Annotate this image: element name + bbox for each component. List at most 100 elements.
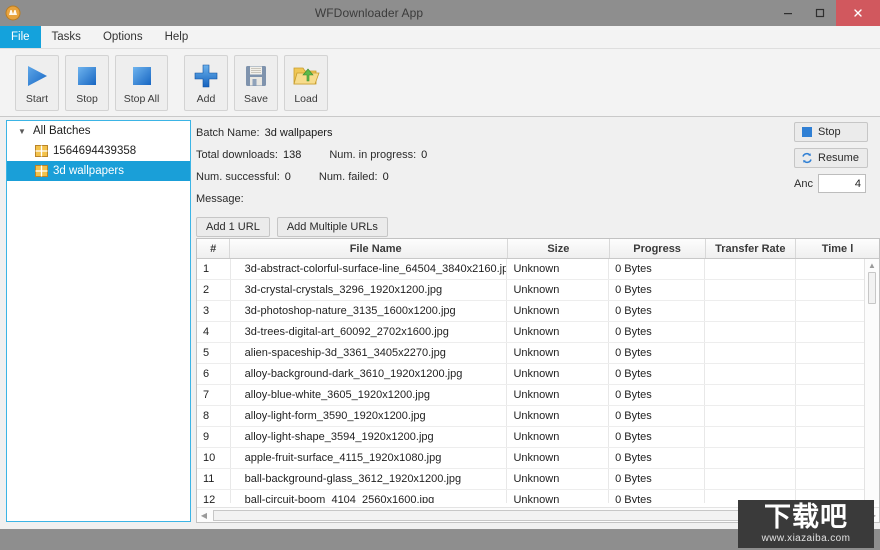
downloads-counts-row: Total downloads: 138 Num. in progress: 0 <box>196 144 427 166</box>
table-row[interactable]: 1 3d-abstract-colorful-surface-line_64504… <box>197 259 879 280</box>
table-body: 1 3d-abstract-colorful-surface-line_64504… <box>197 259 879 503</box>
floppy-disk-icon <box>243 60 269 92</box>
message-label: Message: <box>196 193 244 205</box>
table-vertical-scrollbar[interactable]: ▲ <box>864 259 879 504</box>
save-button[interactable]: Save <box>234 54 278 111</box>
table-row[interactable]: 3 3d-photoshop-nature_3135_1600x1200.jpg U… <box>197 301 879 322</box>
downloads-table: # File Name Size Progress Transfer Rate … <box>196 238 880 523</box>
watermark-url: www.xiazaiba.com <box>761 533 851 544</box>
menu-help[interactable]: Help <box>154 26 200 48</box>
chevron-down-icon[interactable]: ▼ <box>15 127 29 136</box>
tree-root-all-batches[interactable]: ▼ All Batches <box>7 121 190 141</box>
content-area: ▼ All Batches 1564694439358 3d wallpaper… <box>0 117 880 529</box>
minimize-button[interactable] <box>772 0 804 26</box>
table-row[interactable]: 7 alloy-blue-white_3605_1920x1200.jpg Unkn… <box>197 385 879 406</box>
maximize-button[interactable] <box>804 0 836 26</box>
cell-num: 7 <box>197 385 231 405</box>
folder-open-icon <box>292 60 320 92</box>
table-row[interactable]: 9 alloy-light-shape_3594_1920x1200.jpg Unk… <box>197 427 879 448</box>
table-row[interactable]: 6 alloy-background-dark_3610_1920x1200.jp… <box>197 364 879 385</box>
cell-transfer-rate <box>705 259 796 279</box>
cell-size: Unknown <box>507 259 610 279</box>
cell-file-name: apple-fruit-surface_4115_1920x1080.jpg <box>231 448 508 468</box>
anc-input[interactable]: 4 <box>817 174 866 193</box>
stop-all-square-icon <box>129 60 155 92</box>
cell-progress: 0 Bytes <box>609 322 706 342</box>
table-row[interactable]: 4 3d-trees-digital-art_60092_2702x1600.jp… <box>197 322 879 343</box>
cell-size: Unknown <box>507 469 610 489</box>
table-row[interactable]: 12 ball-circuit-boom_4104_2560x1600.jpg Un… <box>197 490 879 503</box>
close-button[interactable] <box>836 0 880 26</box>
stop-all-button-label: Stop All <box>123 93 160 105</box>
table-row[interactable]: 8 alloy-light-form_3590_1920x1200.jpg Unkn… <box>197 406 879 427</box>
anc-label: Anc <box>794 177 813 190</box>
batch-resume-button[interactable]: Resume <box>794 148 868 168</box>
table-row[interactable]: 11 ball-background-glass_3612_1920x1200.j… <box>197 469 879 490</box>
table-horizontal-scrollbar[interactable]: ◀ ▶ <box>197 507 879 522</box>
batch-grid-icon <box>35 145 48 157</box>
title-bar: WFDownloader App <box>0 0 880 26</box>
column-header-num[interactable]: # <box>197 239 231 258</box>
load-button[interactable]: Load <box>284 54 328 111</box>
cell-file-name: alloy-light-shape_3594_1920x1200.jpg <box>231 427 508 447</box>
failed-value: 0 <box>382 171 389 183</box>
total-downloads-value: 138 <box>282 149 302 161</box>
window-controls <box>772 0 880 26</box>
batch-resume-label: Resume <box>818 152 859 164</box>
add-1-url-button[interactable]: Add 1 URL <box>196 217 270 237</box>
column-header-transfer-rate[interactable]: Transfer Rate <box>706 239 797 258</box>
scroll-left-icon[interactable]: ◀ <box>197 511 211 520</box>
sidebar-item-1564694439358[interactable]: 1564694439358 <box>7 141 190 161</box>
column-header-time[interactable]: Time l <box>796 239 879 258</box>
stop-button-label: Stop <box>76 93 98 105</box>
successful-value: 0 <box>284 171 291 183</box>
horizontal-scroll-thumb[interactable] <box>213 509 864 521</box>
cell-transfer-rate <box>705 490 796 503</box>
cell-transfer-rate <box>705 301 796 321</box>
column-header-file-name[interactable]: File Name <box>230 239 509 258</box>
vertical-scroll-thumb[interactable] <box>868 272 876 304</box>
batch-stop-button[interactable]: Stop <box>794 122 868 142</box>
stop-all-button[interactable]: Stop All <box>115 54 168 111</box>
batch-detail-pane: Batch Name: 3d wallpapers Total download… <box>196 117 880 529</box>
table-row[interactable]: 10 apple-fruit-surface_4115_1920x1080.jpg… <box>197 448 879 469</box>
start-button[interactable]: Start <box>15 54 59 111</box>
column-header-progress[interactable]: Progress <box>610 239 706 258</box>
batch-grid-icon <box>35 165 48 177</box>
sidebar-item-3d-wallpapers[interactable]: 3d wallpapers <box>7 161 190 181</box>
cell-size: Unknown <box>507 490 610 503</box>
cell-file-name: alloy-blue-white_3605_1920x1200.jpg <box>231 385 508 405</box>
cell-num: 2 <box>197 280 231 300</box>
stop-square-icon <box>801 126 813 138</box>
cell-size: Unknown <box>507 301 610 321</box>
add-button[interactable]: Add <box>184 54 228 111</box>
cell-transfer-rate <box>705 322 796 342</box>
batch-name-row: Batch Name: 3d wallpapers <box>196 122 427 144</box>
table-row[interactable]: 2 3d-crystal-crystals_3296_1920x1200.jpg U… <box>197 280 879 301</box>
scroll-up-icon[interactable]: ▲ <box>865 259 879 272</box>
add-multiple-urls-button[interactable]: Add Multiple URLs <box>276 217 388 237</box>
menu-bar: File Tasks Options Help <box>0 26 880 49</box>
table-row[interactable]: 5 alien-spaceship-3d_3361_3405x2270.jpg Un… <box>197 343 879 364</box>
stop-button[interactable]: Stop <box>65 54 109 111</box>
batch-controls: Stop Resume Anc 4 <box>794 122 874 193</box>
menu-tasks[interactable]: Tasks <box>41 26 92 48</box>
menu-file[interactable]: File <box>0 26 41 48</box>
column-header-size[interactable]: Size <box>508 239 610 258</box>
cell-num: 12 <box>197 490 231 503</box>
load-button-label: Load <box>294 93 318 105</box>
add-multiple-urls-label: Add Multiple URLs <box>286 221 378 233</box>
in-progress-label: Num. in progress: <box>329 149 417 161</box>
cell-size: Unknown <box>507 448 610 468</box>
cell-size: Unknown <box>507 427 610 447</box>
sidebar-item-label: 3d wallpapers <box>53 165 124 177</box>
stop-square-icon <box>74 60 100 92</box>
add-button-label: Add <box>196 93 216 105</box>
cell-num: 3 <box>197 301 231 321</box>
cell-progress: 0 Bytes <box>609 364 706 384</box>
add-1-url-label: Add 1 URL <box>206 221 260 233</box>
cell-transfer-rate <box>705 427 796 447</box>
menu-options[interactable]: Options <box>92 26 154 48</box>
scroll-right-icon[interactable]: ▶ <box>866 511 879 520</box>
batch-tree-panel[interactable]: ▼ All Batches 1564694439358 3d wallpaper… <box>6 120 191 522</box>
